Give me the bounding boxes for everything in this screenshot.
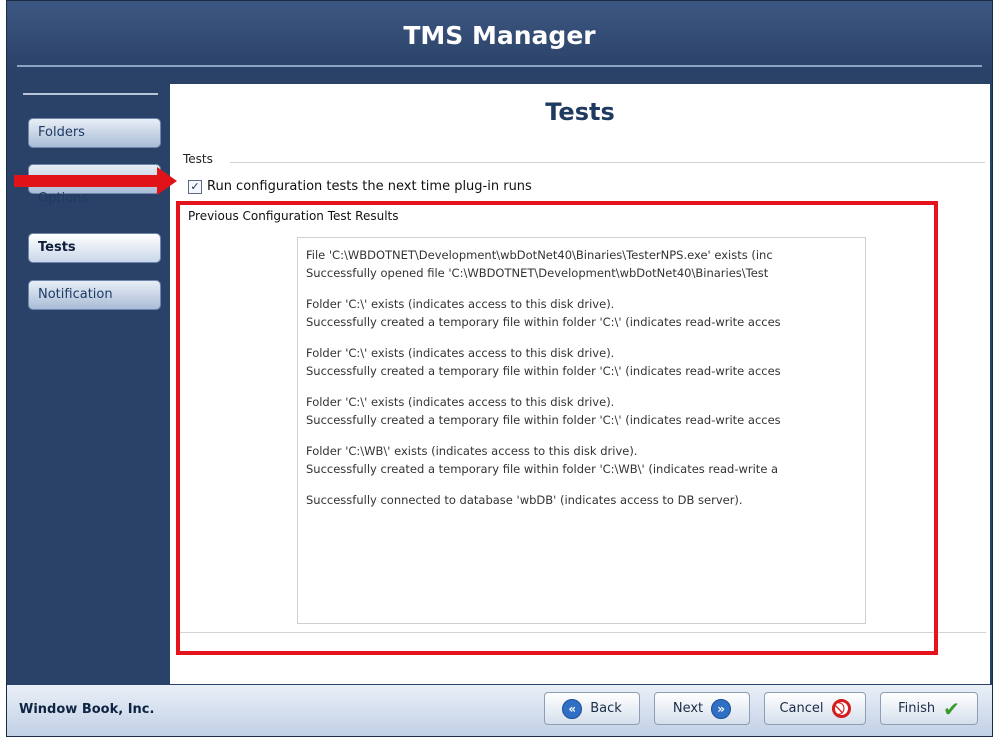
tms-manager-window: TMS Manager Folders Options Tests Notifi… <box>6 0 993 737</box>
back-icon: « <box>562 698 583 719</box>
next-button[interactable]: Next » <box>654 692 750 725</box>
result-line: Successfully created a temporary file wi… <box>306 413 781 427</box>
finish-label: Finish <box>898 701 936 716</box>
result-spacer <box>306 282 865 295</box>
result-line: File 'C:\WBDOTNET\Development\wbDotNet40… <box>306 248 773 262</box>
result-spacer <box>306 380 865 393</box>
annotation-arrow-head <box>157 167 177 195</box>
next-icon: » <box>711 698 732 719</box>
sidebar-divider <box>23 93 158 95</box>
main-panel: Tests Tests ✓ Run configuration tests th… <box>170 84 990 684</box>
title-bar: TMS Manager <box>7 1 992 71</box>
run-tests-checkbox[interactable]: ✓ <box>188 179 202 194</box>
run-tests-option[interactable]: ✓ Run configuration tests the next time … <box>188 179 532 194</box>
back-button[interactable]: « Back <box>544 692 640 725</box>
result-line: Folder 'C:\' exists (indicates access to… <box>306 346 615 360</box>
cancel-label: Cancel <box>779 701 824 716</box>
results-label: Previous Configuration Test Results <box>188 209 399 223</box>
run-tests-label: Run configuration tests the next time pl… <box>207 179 532 194</box>
group-bottom-divider <box>178 632 986 633</box>
result-line: Successfully created a temporary file wi… <box>306 315 781 329</box>
page-title: Tests <box>545 98 615 126</box>
cancel-icon: ⃠ <box>831 699 851 718</box>
result-line: Successfully opened file 'C:\WBDOTNET\De… <box>306 266 769 280</box>
test-results-textbox[interactable]: File 'C:\WBDOTNET\Development\wbDotNet40… <box>297 237 866 624</box>
company-name: Window Book, Inc. <box>19 702 155 717</box>
group-label: Tests <box>183 152 217 166</box>
annotation-arrow <box>14 175 166 187</box>
footer-bar: Window Book, Inc. « Back Next » Cancel ⃠… <box>7 685 992 736</box>
result-line: Folder 'C:\' exists (indicates access to… <box>306 297 615 311</box>
sidebar-item-notification[interactable]: Notification <box>28 280 161 310</box>
next-label: Next <box>672 701 704 716</box>
result-spacer <box>306 478 865 491</box>
result-line: Successfully connected to database 'wbDB… <box>306 493 743 507</box>
sidebar-item-tests[interactable]: Tests <box>28 233 161 263</box>
result-line: Successfully created a temporary file wi… <box>306 364 781 378</box>
title-divider <box>17 65 982 67</box>
window-title: TMS Manager <box>403 21 596 50</box>
cancel-button[interactable]: Cancel ⃠ <box>764 692 866 725</box>
result-spacer <box>306 331 865 344</box>
finish-button[interactable]: Finish ✔ <box>880 692 978 725</box>
back-label: Back <box>590 701 622 716</box>
checkmark-icon: ✔ <box>943 696 960 721</box>
result-line: Folder 'C:\WB\' exists (indicates access… <box>306 444 638 458</box>
group-divider <box>230 162 985 163</box>
result-spacer <box>306 429 865 442</box>
result-line: Successfully created a temporary file wi… <box>306 462 779 476</box>
result-line: Folder 'C:\' exists (indicates access to… <box>306 395 615 409</box>
sidebar-item-folders[interactable]: Folders <box>28 118 161 148</box>
